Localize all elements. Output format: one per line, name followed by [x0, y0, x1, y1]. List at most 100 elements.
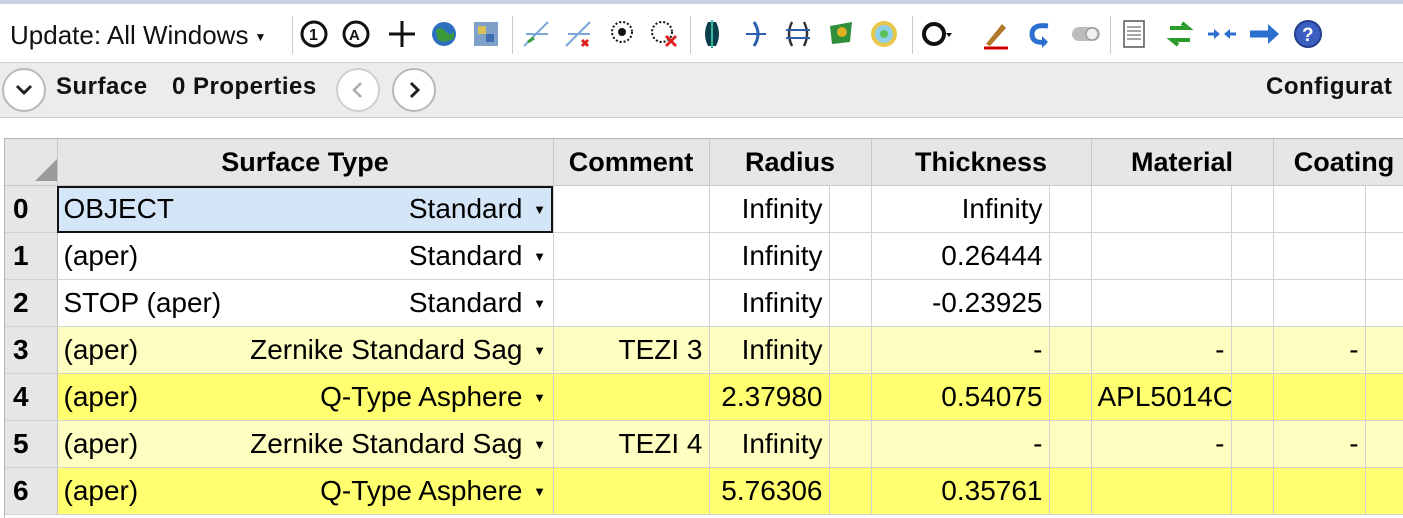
material-cell[interactable]: - [1091, 420, 1232, 468]
thickness-solve-cell[interactable] [1049, 373, 1092, 421]
spot-x-icon[interactable] [648, 18, 680, 50]
coating-solve-cell[interactable] [1365, 467, 1403, 515]
radius-cell[interactable]: 2.37980 [709, 373, 830, 421]
column-header-comment[interactable]: Comment [553, 139, 710, 186]
row-number[interactable]: 6 [5, 467, 58, 515]
coating-cell[interactable]: - [1273, 326, 1366, 374]
surface-row[interactable]: 6 (aper) Q-Type Asphere ▼ 5.76306 0.35761 [5, 467, 1403, 515]
surface-type-cell[interactable]: (aper) Standard ▼ [57, 232, 554, 280]
coating-solve-cell[interactable] [1365, 232, 1403, 280]
comment-cell[interactable] [553, 185, 710, 233]
ray-fan-icon[interactable] [520, 18, 552, 50]
merge-icon[interactable] [1206, 18, 1238, 50]
surface-type-cell[interactable]: (aper) Zernike Standard Sag ▼ [57, 326, 554, 374]
thickness-solve-cell[interactable] [1049, 467, 1092, 515]
thickness-cell[interactable]: 0.35761 [871, 467, 1050, 515]
thickness-solve-cell[interactable] [1049, 279, 1092, 327]
material-cell[interactable] [1091, 185, 1232, 233]
chevron-down-icon[interactable]: ▼ [533, 296, 547, 311]
material-solve-cell[interactable] [1231, 467, 1274, 515]
crosshair-icon[interactable] [386, 18, 418, 50]
surface-row[interactable]: 4 (aper) Q-Type Asphere ▼ 2.37980 0.54075 APL5… [5, 373, 1403, 421]
radius-cell[interactable]: Infinity [709, 326, 830, 374]
row-number[interactable]: 5 [5, 420, 58, 468]
material-solve-cell[interactable] [1231, 185, 1274, 233]
previous-surface-button[interactable] [336, 68, 380, 112]
coating-cell[interactable]: - [1273, 420, 1366, 468]
coating-solve-cell[interactable] [1365, 373, 1403, 421]
surface-type-cell[interactable]: OBJECT Standard ▼ [57, 185, 554, 233]
lens-dark-icon[interactable] [696, 18, 728, 50]
thickness-solve-cell[interactable] [1049, 326, 1092, 374]
radius-solve-cell[interactable] [829, 373, 872, 421]
chevron-down-icon[interactable]: ▼ [533, 437, 547, 452]
thickness-cell[interactable]: 0.26444 [871, 232, 1050, 280]
column-header-surface-type[interactable]: Surface Type [57, 139, 554, 186]
comment-cell[interactable] [553, 467, 710, 515]
undo-arrow-icon[interactable] [1024, 18, 1056, 50]
row-number[interactable]: 4 [5, 373, 58, 421]
chevron-down-icon[interactable]: ▼ [533, 202, 547, 217]
coating-solve-cell[interactable] [1365, 420, 1403, 468]
pen-tool-icon[interactable] [980, 18, 1012, 50]
comment-cell[interactable] [553, 232, 710, 280]
radius-solve-cell[interactable] [829, 420, 872, 468]
coating-cell[interactable] [1273, 467, 1366, 515]
radius-cell[interactable]: 5.76306 [709, 467, 830, 515]
radius-solve-cell[interactable] [829, 185, 872, 233]
update-windows-dropdown[interactable]: Update: All Windows ▼ [10, 12, 266, 58]
lens-outline-icon[interactable] [782, 18, 814, 50]
surface-type-cell[interactable]: (aper) Q-Type Asphere ▼ [57, 467, 554, 515]
chevron-down-icon[interactable]: ▼ [533, 484, 547, 499]
circle-icon[interactable] [920, 18, 952, 50]
column-header-coating[interactable]: Coating [1273, 139, 1403, 186]
thickness-cell[interactable]: - [871, 326, 1050, 374]
row-number[interactable]: 1 [5, 232, 58, 280]
thickness-cell[interactable]: 0.54075 [871, 373, 1050, 421]
comment-cell[interactable]: TEZI 3 [553, 326, 710, 374]
material-solve-cell[interactable] [1231, 232, 1274, 280]
coating-cell[interactable] [1273, 373, 1366, 421]
comment-cell[interactable] [553, 373, 710, 421]
row-number[interactable]: 3 [5, 326, 58, 374]
column-header-material[interactable]: Material [1091, 139, 1274, 186]
surface-type-cell[interactable]: STOP (aper) Standard ▼ [57, 279, 554, 327]
thickness-solve-cell[interactable] [1049, 185, 1092, 233]
chevron-down-icon[interactable]: ▼ [533, 390, 547, 405]
select-all-corner[interactable] [5, 139, 58, 186]
surface-type-cell[interactable]: (aper) Zernike Standard Sag ▼ [57, 420, 554, 468]
radius-cell[interactable]: Infinity [709, 420, 830, 468]
help-icon[interactable]: ? [1292, 18, 1324, 50]
column-header-radius[interactable]: Radius [709, 139, 872, 186]
surface-row[interactable]: 5 (aper) Zernike Standard Sag ▼ TEZI 4 Infini… [5, 420, 1403, 468]
radius-cell[interactable]: Infinity [709, 279, 830, 327]
comment-cell[interactable] [553, 279, 710, 327]
coating-solve-cell[interactable] [1365, 326, 1403, 374]
thickness-cell[interactable]: -0.23925 [871, 279, 1050, 327]
thickness-cell[interactable]: Infinity [871, 185, 1050, 233]
radius-solve-cell[interactable] [829, 279, 872, 327]
footprint-icon[interactable] [826, 18, 858, 50]
row-number[interactable]: 2 [5, 279, 58, 327]
radius-solve-cell[interactable] [829, 232, 872, 280]
forward-arrow-icon[interactable] [1248, 18, 1280, 50]
interferogram-icon[interactable] [868, 18, 900, 50]
toggle-icon[interactable] [1070, 18, 1102, 50]
thickness-cell[interactable]: - [871, 420, 1050, 468]
chevron-down-icon[interactable]: ▼ [533, 249, 547, 264]
comment-cell[interactable]: TEZI 4 [553, 420, 710, 468]
radius-cell[interactable]: Infinity [709, 232, 830, 280]
layout-1-icon[interactable]: 1 [298, 18, 330, 50]
material-cell[interactable]: APL5014C [1091, 373, 1232, 421]
next-surface-button[interactable] [392, 68, 436, 112]
surface-type-cell[interactable]: (aper) Q-Type Asphere ▼ [57, 373, 554, 421]
radius-solve-cell[interactable] [829, 467, 872, 515]
map-icon[interactable] [470, 18, 502, 50]
expand-properties-button[interactable] [2, 68, 46, 112]
coating-cell[interactable] [1273, 232, 1366, 280]
lens-half-icon[interactable] [740, 18, 772, 50]
material-solve-cell[interactable] [1231, 326, 1274, 374]
material-cell[interactable]: - [1091, 326, 1232, 374]
surface-row[interactable]: 3 (aper) Zernike Standard Sag ▼ TEZI 3 Infini… [5, 326, 1403, 374]
thickness-solve-cell[interactable] [1049, 232, 1092, 280]
